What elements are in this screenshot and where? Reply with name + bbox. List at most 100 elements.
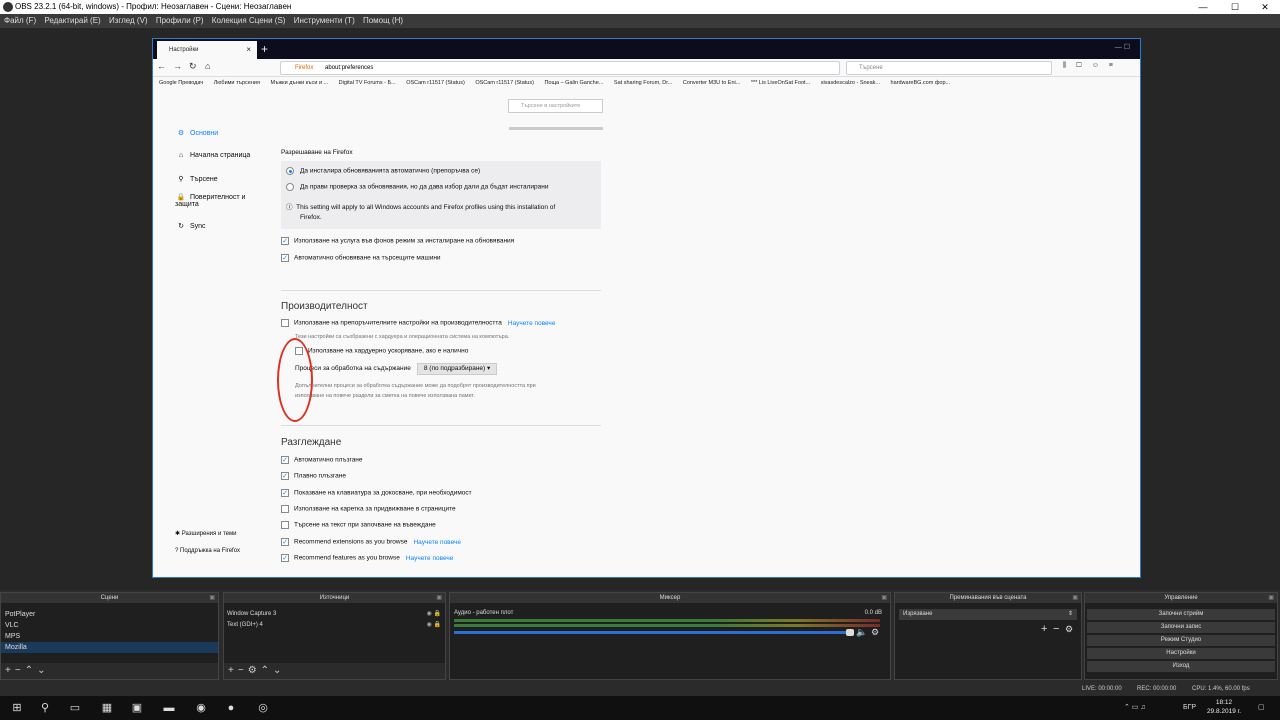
move-up-icon[interactable]: ⌃ [25, 665, 37, 676]
bookmark-item[interactable]: Поща – Galin Ganche... [544, 80, 603, 86]
toolbar-icons[interactable]: ⫼ ▢ ☺ ≡ [1063, 62, 1117, 70]
home-icon[interactable]: ⌂ [205, 61, 210, 71]
bookmark-item[interactable]: Digital TV Forums - Б... [339, 80, 396, 86]
bookmark-item[interactable]: hardwareBG.com фор... [891, 80, 951, 86]
scene-item-selected[interactable]: Mozilla [1, 642, 218, 653]
transition-select[interactable]: Изрязване ⇕ [899, 609, 1077, 620]
scene-item[interactable]: VLC [1, 620, 218, 631]
browser-search-input[interactable]: Търсене [846, 61, 1052, 75]
store-icon[interactable]: ▣ [124, 698, 150, 718]
dock-float-icon[interactable]: ▣ [436, 593, 442, 603]
perf-hw-checkbox[interactable]: Използване на хардуерно ускоряване, ако … [295, 347, 468, 355]
minimize-button[interactable]: — [1188, 0, 1218, 14]
menu-profiles[interactable]: Профили (P) [156, 16, 204, 25]
dock-float-icon[interactable]: ▣ [881, 593, 887, 603]
eye-lock-icon[interactable]: ◉ 🔒 [427, 620, 441, 631]
volume-slider[interactable] [454, 629, 854, 636]
dock-float-icon[interactable]: ▣ [1072, 593, 1078, 603]
auto-search-checkbox[interactable]: ✓ Автоматично обновяване на търсещите маш… [281, 254, 441, 262]
notifications-icon[interactable]: ▢ [1258, 696, 1265, 720]
obs-icon[interactable]: ◎ [250, 698, 276, 718]
scene-item[interactable]: MPS [1, 631, 218, 642]
close-button[interactable]: ✕ [1250, 0, 1280, 14]
back-icon[interactable]: ← [157, 61, 166, 71]
menu-file[interactable]: Файл (F) [4, 16, 36, 25]
firefox-icon[interactable]: ● [218, 698, 244, 718]
task-view-icon[interactable]: ▭ [62, 698, 88, 718]
app-icon[interactable]: ▦ [94, 698, 120, 718]
source-item[interactable]: Window Capture 3 ◉ 🔒 [224, 609, 445, 620]
browse-option-checkbox[interactable]: ✓ Плавно плъзгане [281, 472, 346, 480]
update-auto-radio[interactable]: Да инсталира обновяванията автоматично (… [286, 167, 480, 175]
move-down-icon[interactable]: ⌄ [37, 665, 49, 676]
prefs-search-input[interactable]: Търсене в настройките [508, 99, 603, 113]
tab-close-icon[interactable]: × [246, 41, 251, 59]
sidebar-item-search[interactable]: ⚲ Търсене [175, 175, 217, 183]
speaker-icon[interactable]: 🔈 [856, 627, 867, 638]
dock-float-icon[interactable]: ▣ [1268, 593, 1274, 603]
remove-icon[interactable]: − [1053, 623, 1059, 635]
remove-icon[interactable]: − [15, 665, 25, 676]
maximize-button[interactable]: ☐ [1220, 0, 1250, 14]
menu-tools[interactable]: Инструменти (T) [294, 16, 355, 25]
menu-scene-collection[interactable]: Колекция Сцени (S) [212, 16, 286, 25]
new-tab-button[interactable]: + [261, 39, 268, 59]
browse-option-checkbox[interactable]: ✓ Автоматично плъзгане [281, 456, 363, 464]
learn-more-link[interactable]: Научете повече [406, 555, 454, 562]
studio-mode-button[interactable]: Режим Студио [1087, 635, 1275, 646]
browse-option-checkbox[interactable]: Използване на каретка за придвижване в с… [281, 505, 456, 513]
firefox-window-controls[interactable]: — ☐ [1115, 43, 1130, 51]
browse-option-checkbox[interactable]: ✓ Показване на клавиатура за докосване, п… [281, 489, 472, 497]
browse-option-checkbox[interactable]: ✓ Recommend features as you browse Научете… [281, 554, 453, 562]
learn-more-link[interactable]: Научете повече [508, 320, 556, 327]
language-indicator[interactable]: БГР [1183, 696, 1196, 720]
clock[interactable]: 18:12 29.8.2019 г. [1200, 698, 1248, 716]
menu-help[interactable]: Помощ (H) [363, 16, 403, 25]
bookmark-item[interactable]: Google Преводач [159, 80, 203, 86]
slider-handle[interactable] [846, 629, 854, 636]
add-icon[interactable]: + [5, 665, 15, 676]
bookmark-item[interactable]: *** Lis LiveOnSat Foot... [751, 80, 810, 86]
gear-icon[interactable]: ⚙ [871, 627, 879, 638]
menu-view[interactable]: Изглед (V) [109, 16, 148, 25]
folder-icon[interactable]: ▬ [156, 698, 182, 718]
sidebar-addons[interactable]: ✱ Разширения и теми [175, 530, 236, 537]
gear-icon[interactable]: ⚙ [1065, 624, 1073, 635]
sidebar-support[interactable]: ? Поддръжка на Firefox [175, 548, 240, 554]
perf-recommended-checkbox[interactable]: Използване на препоръчителните настройки… [281, 319, 555, 327]
search-icon[interactable]: ⚲ [32, 698, 58, 718]
reload-icon[interactable]: ↻ [189, 61, 197, 72]
bookmark-item[interactable]: Sat sharing Forum, Dr... [614, 80, 672, 86]
tray-icons[interactable]: ⌃ ▭ ♫ [1124, 696, 1146, 720]
gear-icon[interactable]: ⚙ [248, 665, 261, 676]
scene-item[interactable]: PotPlayer [1, 609, 218, 620]
windows-start-icon[interactable]: ⊞ [4, 698, 30, 718]
update-check-radio[interactable]: Да прави проверка за обновявания, но да … [286, 183, 548, 191]
chrome-icon[interactable]: ◉ [188, 698, 214, 718]
source-item[interactable]: Text (GDI+) 4 ◉ 🔒 [224, 620, 445, 631]
bookmark-item[interactable]: OSCam r11517 (Status) [406, 80, 465, 86]
add-icon[interactable]: + [1041, 623, 1047, 635]
bookmark-item[interactable]: Любими търсения [214, 80, 260, 86]
perf-proc-dropdown[interactable]: 8 (по подразбиране) ▾ [416, 363, 498, 375]
dock-float-icon[interactable]: ▣ [209, 593, 215, 603]
bookmark-item[interactable]: Мъжки дънки къси и ... [270, 80, 328, 86]
sidebar-item-general[interactable]: ⚙ Основни [175, 129, 218, 137]
learn-more-link[interactable]: Научете повече [413, 539, 461, 546]
firefox-capture[interactable]: Настройки × + — ☐ ← → ↻ ⌂ Firefox about:… [152, 38, 1141, 578]
bookmark-item[interactable]: OSCam r11517 (Status) [475, 80, 534, 86]
remove-icon[interactable]: − [238, 665, 248, 676]
tab-settings[interactable]: Настройки × [157, 41, 257, 59]
menu-edit[interactable]: Редактирай (E) [44, 16, 100, 25]
sidebar-item-home[interactable]: ⌂ Начална страница [175, 152, 250, 159]
sidebar-item-privacy[interactable]: 🔒 Поверителност и защита [175, 193, 255, 208]
browse-option-checkbox[interactable]: ✓ Recommend extensions as you browse Науче… [281, 538, 461, 546]
move-down-icon[interactable]: ⌄ [273, 665, 285, 676]
bg-service-checkbox[interactable]: ✓ Използване на услуга във фонов режим за… [281, 237, 514, 245]
exit-button[interactable]: Изход [1087, 661, 1275, 672]
bookmark-item[interactable]: Converter M3U to Eni... [683, 80, 740, 86]
forward-icon[interactable]: → [173, 61, 182, 71]
start-record-button[interactable]: Започни запис [1087, 622, 1275, 633]
start-stream-button[interactable]: Започни стрийм [1087, 609, 1275, 620]
move-up-icon[interactable]: ⌃ [261, 665, 273, 676]
